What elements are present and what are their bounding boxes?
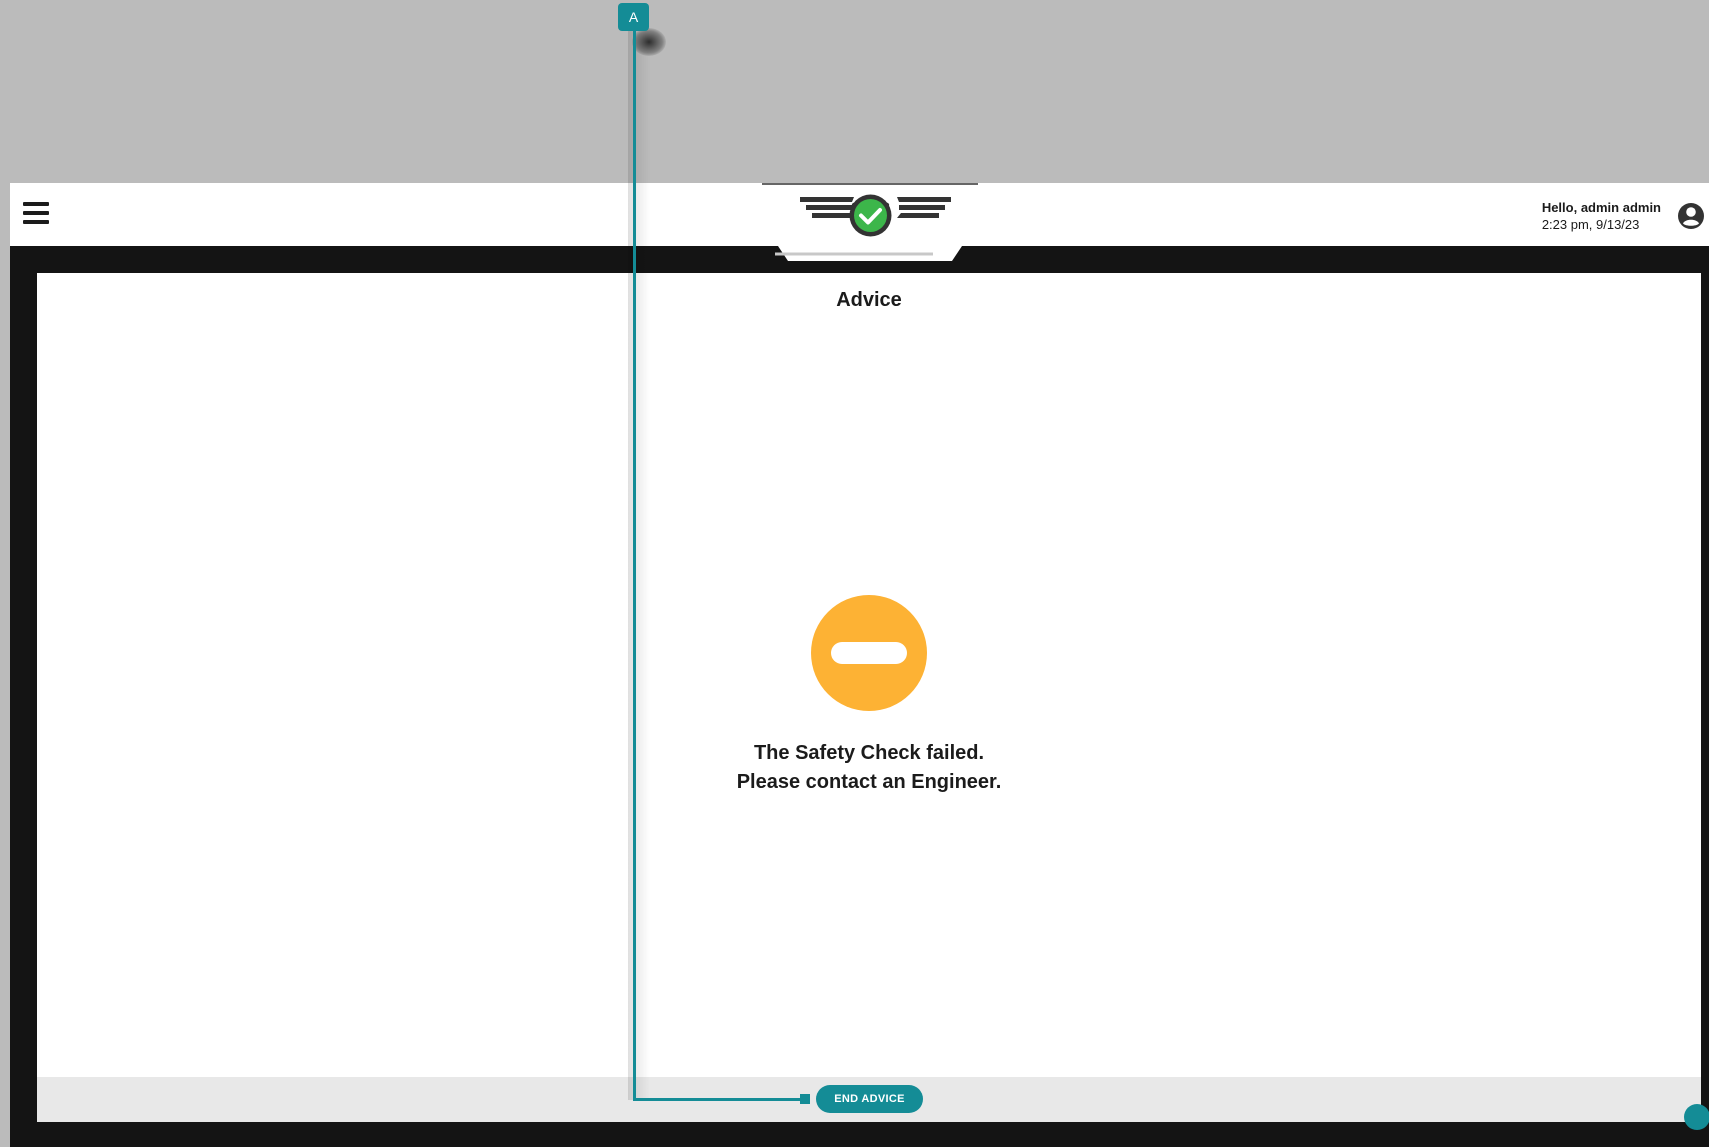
annotation-line-horizontal xyxy=(633,1098,805,1101)
app-logo xyxy=(762,183,978,261)
panel-title: Advice xyxy=(836,289,902,311)
annotation-endpoint xyxy=(800,1094,810,1104)
annotation-shadow xyxy=(628,30,650,1100)
message-line-1: The Safety Check failed. xyxy=(753,742,985,764)
app-window: Hello, admin admin 2:23 pm, 9/13/23 Advi… xyxy=(10,183,1709,1147)
expand-corner-icon[interactable] xyxy=(1684,1104,1709,1130)
annotation-badge: A xyxy=(618,3,649,31)
greeting-text: Hello, admin admin xyxy=(1541,200,1661,215)
end-advice-button[interactable]: END ADVICE xyxy=(816,1085,923,1113)
annotation-line-vertical xyxy=(633,30,636,1101)
top-bar: Hello, admin admin 2:23 pm, 9/13/23 xyxy=(10,183,1709,261)
user-account-icon[interactable] xyxy=(1676,201,1706,231)
user-greeting: Hello, admin admin 2:23 pm, 9/13/23 xyxy=(1542,199,1661,233)
advice-panel: Advice The Safety Check failed. Please c… xyxy=(37,273,1701,1122)
screen: Hello, admin admin 2:23 pm, 9/13/23 Advi… xyxy=(0,0,1709,1147)
hamburger-menu-icon[interactable] xyxy=(23,202,49,224)
annotation-cursor-blob xyxy=(632,28,666,56)
advice-message: The Safety Check failed. Please contact … xyxy=(37,739,1701,797)
panel-footer: END ADVICE xyxy=(37,1077,1701,1122)
message-line-2: Please contact an Engineer. xyxy=(736,771,1002,793)
minus-circle-icon xyxy=(811,595,927,711)
session-timestamp: 2:23 pm, 9/13/23 xyxy=(1541,217,1640,232)
